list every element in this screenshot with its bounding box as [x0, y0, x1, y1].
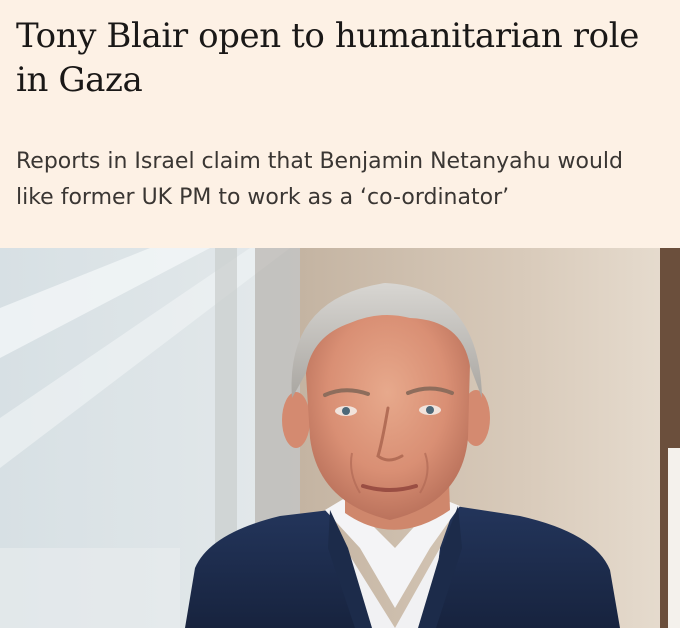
article-header: Tony Blair open to humanitarian role in …	[0, 0, 680, 248]
article-headline[interactable]: Tony Blair open to humanitarian role in …	[16, 14, 668, 102]
article-photo[interactable]	[0, 248, 680, 628]
article-card[interactable]: Tony Blair open to humanitarian role in …	[0, 0, 680, 628]
article-standfirst: Reports in Israel claim that Benjamin Ne…	[16, 149, 623, 210]
portrait-photo-illustration	[0, 248, 680, 628]
